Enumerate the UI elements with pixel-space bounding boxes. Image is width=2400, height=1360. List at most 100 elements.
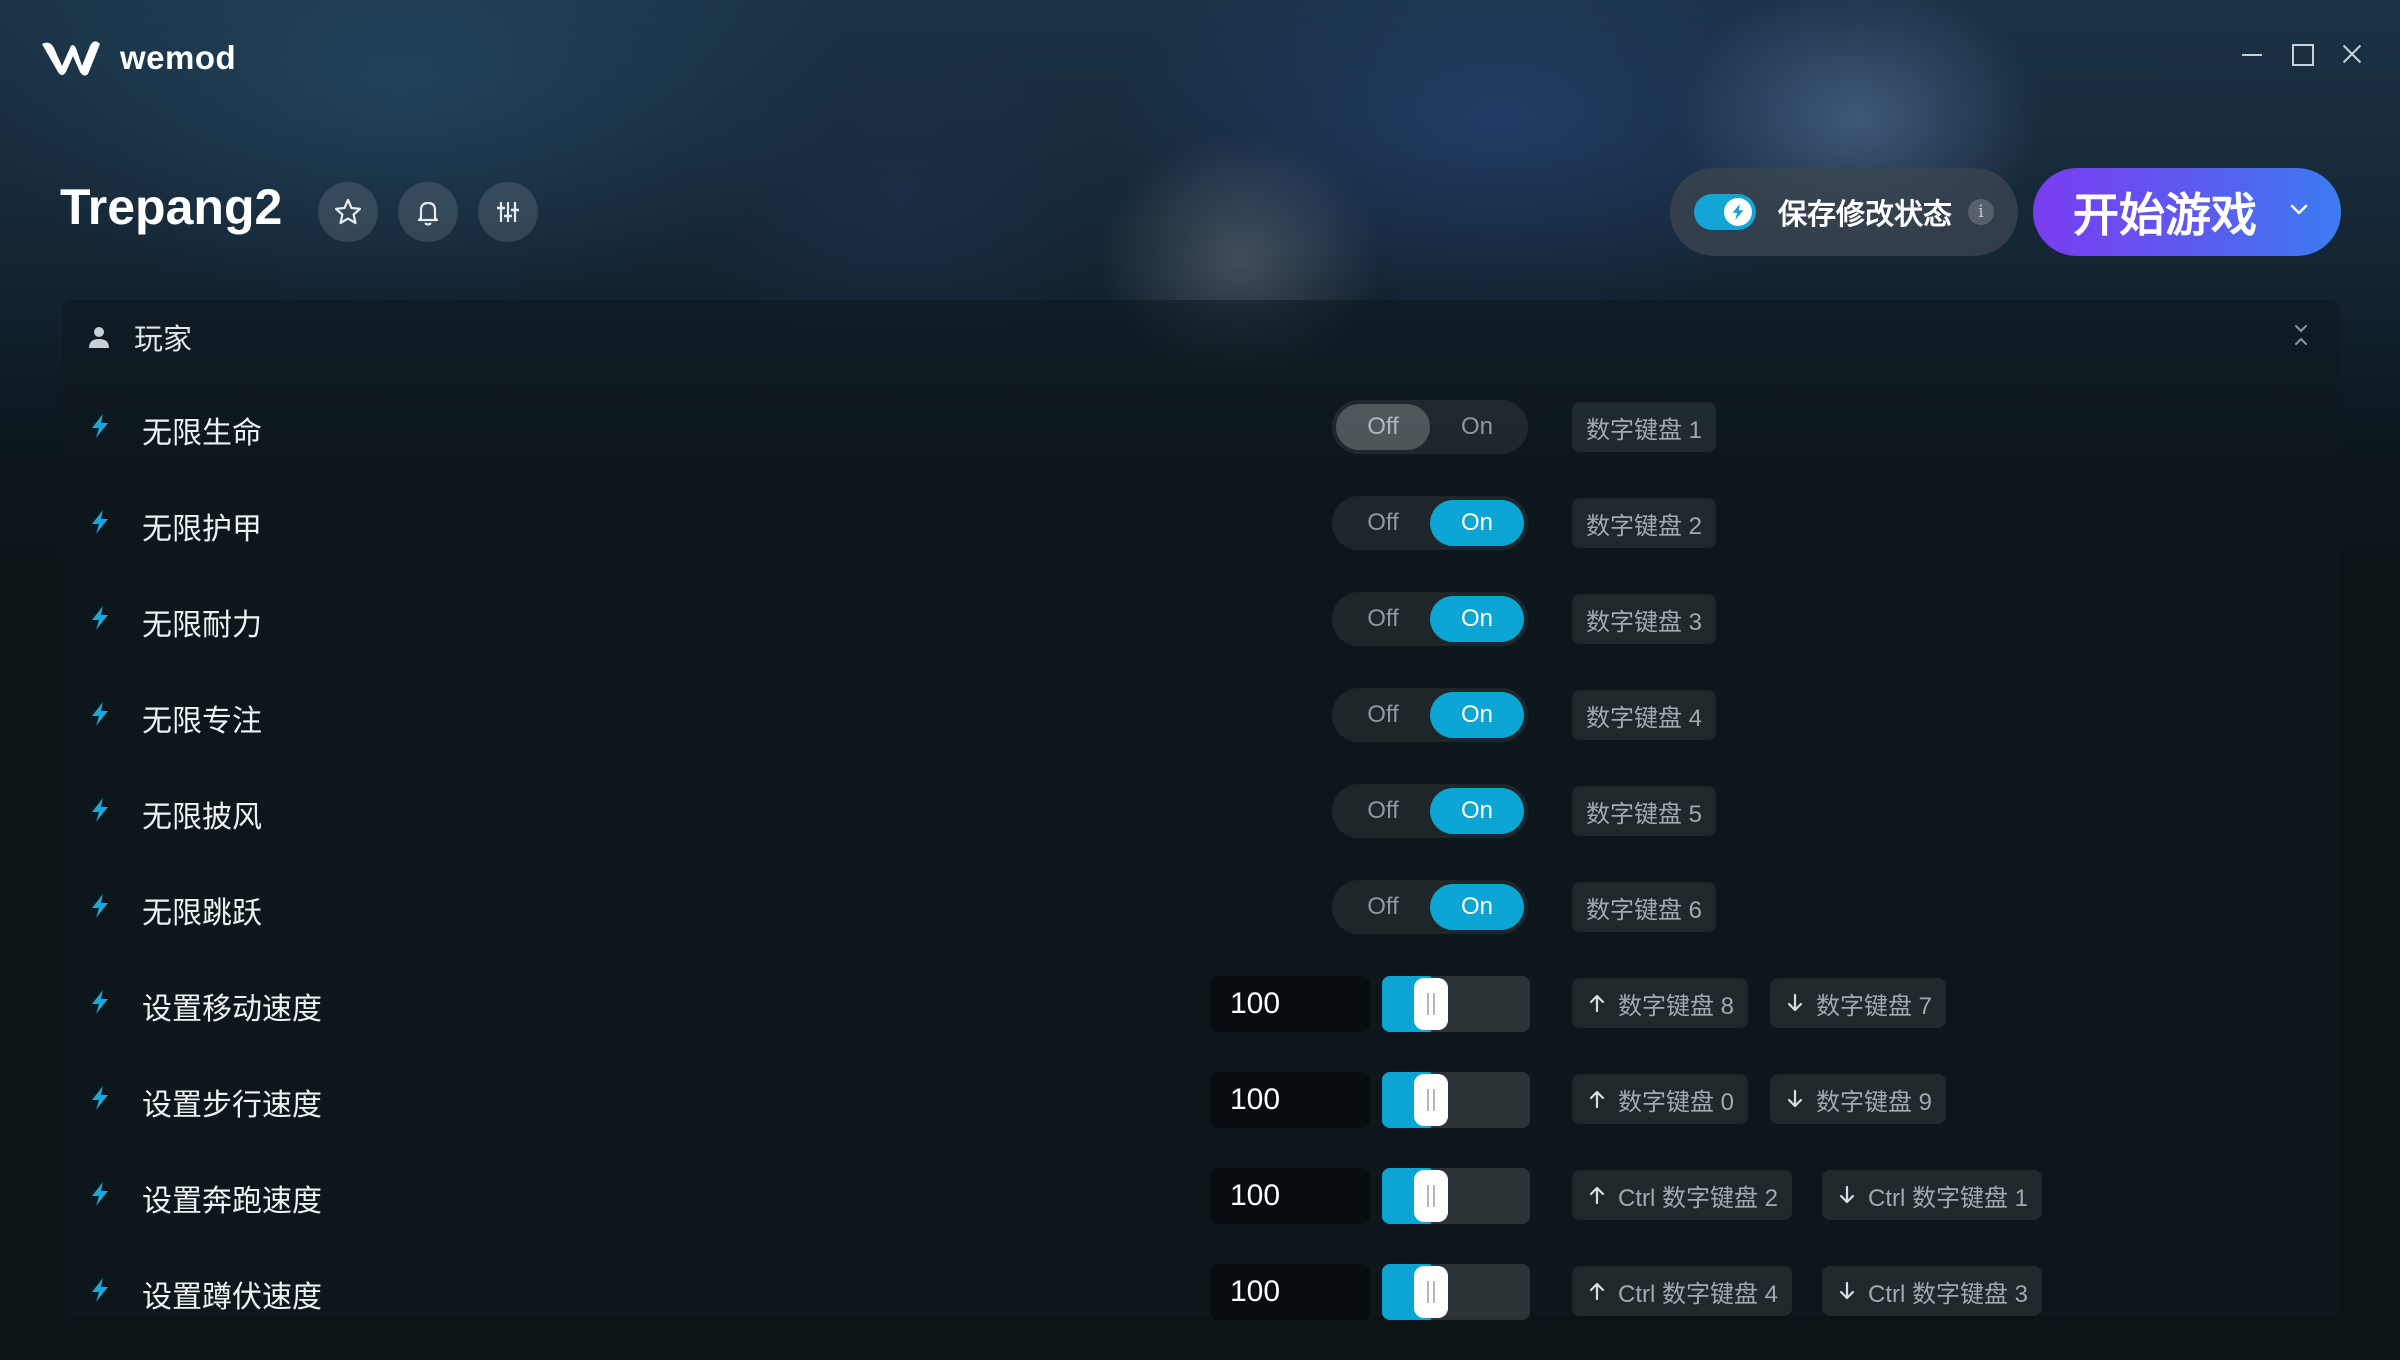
mod-row: 设置步行速度 100 数字键盘 0 数字键盘 9 [86,1050,2286,1146]
mod-label: 设置步行速度 [142,1089,322,1122]
mod-label: 无限跳跃 [142,897,262,930]
toggle-off[interactable]: Off [1336,500,1430,546]
value-slider[interactable] [1382,1168,1530,1224]
category-header: 玩家 [86,316,192,358]
save-mods-toggle[interactable]: 保存修改状态 i [1670,168,2018,256]
mod-label: 无限专注 [142,705,262,738]
slider-thumb[interactable] [1414,1170,1448,1222]
lightning-bolt-icon [1732,203,1744,221]
save-mods-label: 保存修改状态 [1778,199,1953,231]
toggle-on[interactable]: On [1430,884,1524,930]
hotkey-decrease[interactable]: Ctrl 数字键盘 3 [1822,1266,2043,1316]
arrow-up-icon [1589,1186,1605,1205]
chevron-down-icon[interactable] [2287,198,2311,222]
toggle-off[interactable]: Off [1336,884,1430,930]
mod-row: 设置奔跑速度 100 Ctrl 数字键盘 2 Ctrl 数字键盘 1 [86,1146,2286,1242]
bell-icon [417,201,439,226]
toggle-on[interactable]: On [1430,692,1524,738]
value-input[interactable]: 100 [1210,976,1370,1032]
toggle-off[interactable]: Off [1336,404,1430,450]
hotkey-label: Ctrl 数字键盘 1 [1868,1184,2029,1212]
title-bar: wemod [0,0,2400,110]
mod-toggle[interactable]: Off On [1332,880,1528,934]
mod-toggle[interactable]: Off On [1332,496,1528,550]
hotkey-badge[interactable]: 数字键盘 3 [1572,594,1717,644]
mod-row: 无限披风 Off On 数字键盘 5 [86,762,2286,858]
settings-button[interactable] [478,182,538,242]
mod-list: 无限生命 Off On 数字键盘 1 无限护甲 Off On 数字键盘 2 无限… [86,378,2286,1338]
hotkey-badge[interactable]: 数字键盘 1 [1572,402,1717,452]
value-input[interactable]: 100 [1210,1264,1370,1320]
slider-thumb[interactable] [1414,1266,1448,1318]
value-slider[interactable] [1382,976,1530,1032]
mod-row: 无限专注 Off On 数字键盘 4 [86,666,2286,762]
lightning-bolt-icon [92,702,108,726]
hotkey-increase[interactable]: Ctrl 数字键盘 4 [1572,1266,1793,1316]
window-controls [2240,42,2364,66]
save-mods-knob [1724,198,1752,226]
arrow-up-icon [1589,1282,1605,1301]
sliders-icon [497,202,519,222]
toggle-on[interactable]: On [1430,500,1524,546]
hotkey-label: 数字键盘 4 [1586,704,1703,732]
hotkey-badge[interactable]: 数字键盘 2 [1572,498,1717,548]
info-icon[interactable]: i [1968,199,1995,225]
hotkey-decrease[interactable]: Ctrl 数字键盘 1 [1822,1170,2043,1220]
toggle-on[interactable]: On [1430,404,1524,450]
favorite-button[interactable] [318,182,378,242]
hotkey-label: 数字键盘 6 [1586,896,1703,924]
hotkey-increase[interactable]: 数字键盘 0 [1572,1074,1749,1124]
lightning-bolt-icon [92,1086,108,1110]
mod-label: 无限生命 [142,417,262,450]
hotkey-label: 数字键盘 7 [1816,992,1933,1020]
close-icon[interactable] [2340,42,2364,66]
hotkey-label: Ctrl 数字键盘 3 [1868,1280,2029,1308]
hotkey-increase[interactable]: 数字键盘 8 [1572,978,1749,1028]
hotkey-decrease[interactable]: 数字键盘 9 [1770,1074,1947,1124]
arrow-down-icon [1839,1281,1855,1300]
notifications-button[interactable] [398,182,458,242]
toggle-off[interactable]: Off [1336,692,1430,738]
collapse-icon[interactable] [2288,322,2314,348]
toggle-on[interactable]: On [1430,788,1524,834]
lightning-bolt-icon [92,510,108,534]
app-logo: wemod [40,38,236,78]
toggle-off[interactable]: Off [1336,788,1430,834]
hotkey-increase[interactable]: Ctrl 数字键盘 2 [1572,1170,1793,1220]
category-label: 玩家 [134,324,193,356]
mod-toggle[interactable]: Off On [1332,688,1528,742]
value-input[interactable]: 100 [1210,1168,1370,1224]
toggle-off[interactable]: Off [1336,596,1430,642]
hotkey-decrease[interactable]: 数字键盘 7 [1770,978,1947,1028]
save-mods-switch[interactable] [1694,194,1756,230]
mod-label: 设置蹲伏速度 [142,1281,322,1314]
minimize-icon[interactable] [2240,42,2264,66]
mod-toggle[interactable]: Off On [1332,592,1528,646]
mod-label: 无限护甲 [142,513,262,546]
value-input[interactable]: 100 [1210,1072,1370,1128]
value-slider[interactable] [1382,1072,1530,1128]
star-icon [334,198,362,225]
value-slider[interactable] [1382,1264,1530,1320]
play-button[interactable]: 开始游戏 [2033,168,2341,256]
mod-label: 设置移动速度 [142,993,322,1026]
arrow-down-icon [1839,1185,1855,1204]
hotkey-badge[interactable]: 数字键盘 5 [1572,786,1717,836]
mod-row: 无限护甲 Off On 数字键盘 2 [86,474,2286,570]
maximize-icon[interactable] [2290,42,2314,66]
mod-label: 设置奔跑速度 [142,1185,322,1218]
slider-thumb[interactable] [1414,1074,1448,1126]
hotkey-badge[interactable]: 数字键盘 6 [1572,882,1717,932]
hotkey-badge[interactable]: 数字键盘 4 [1572,690,1717,740]
arrow-down-icon [1787,993,1803,1012]
mod-label: 无限耐力 [142,609,262,642]
arrow-up-icon [1589,994,1605,1013]
hotkey-label: Ctrl 数字键盘 2 [1618,1184,1779,1212]
lightning-bolt-icon [92,1278,108,1302]
slider-thumb[interactable] [1414,978,1448,1030]
hotkey-label: 数字键盘 5 [1586,800,1703,828]
mod-toggle[interactable]: Off On [1332,400,1528,454]
toggle-on[interactable]: On [1430,596,1524,642]
mod-toggle[interactable]: Off On [1332,784,1528,838]
app-name: wemod [120,39,237,76]
